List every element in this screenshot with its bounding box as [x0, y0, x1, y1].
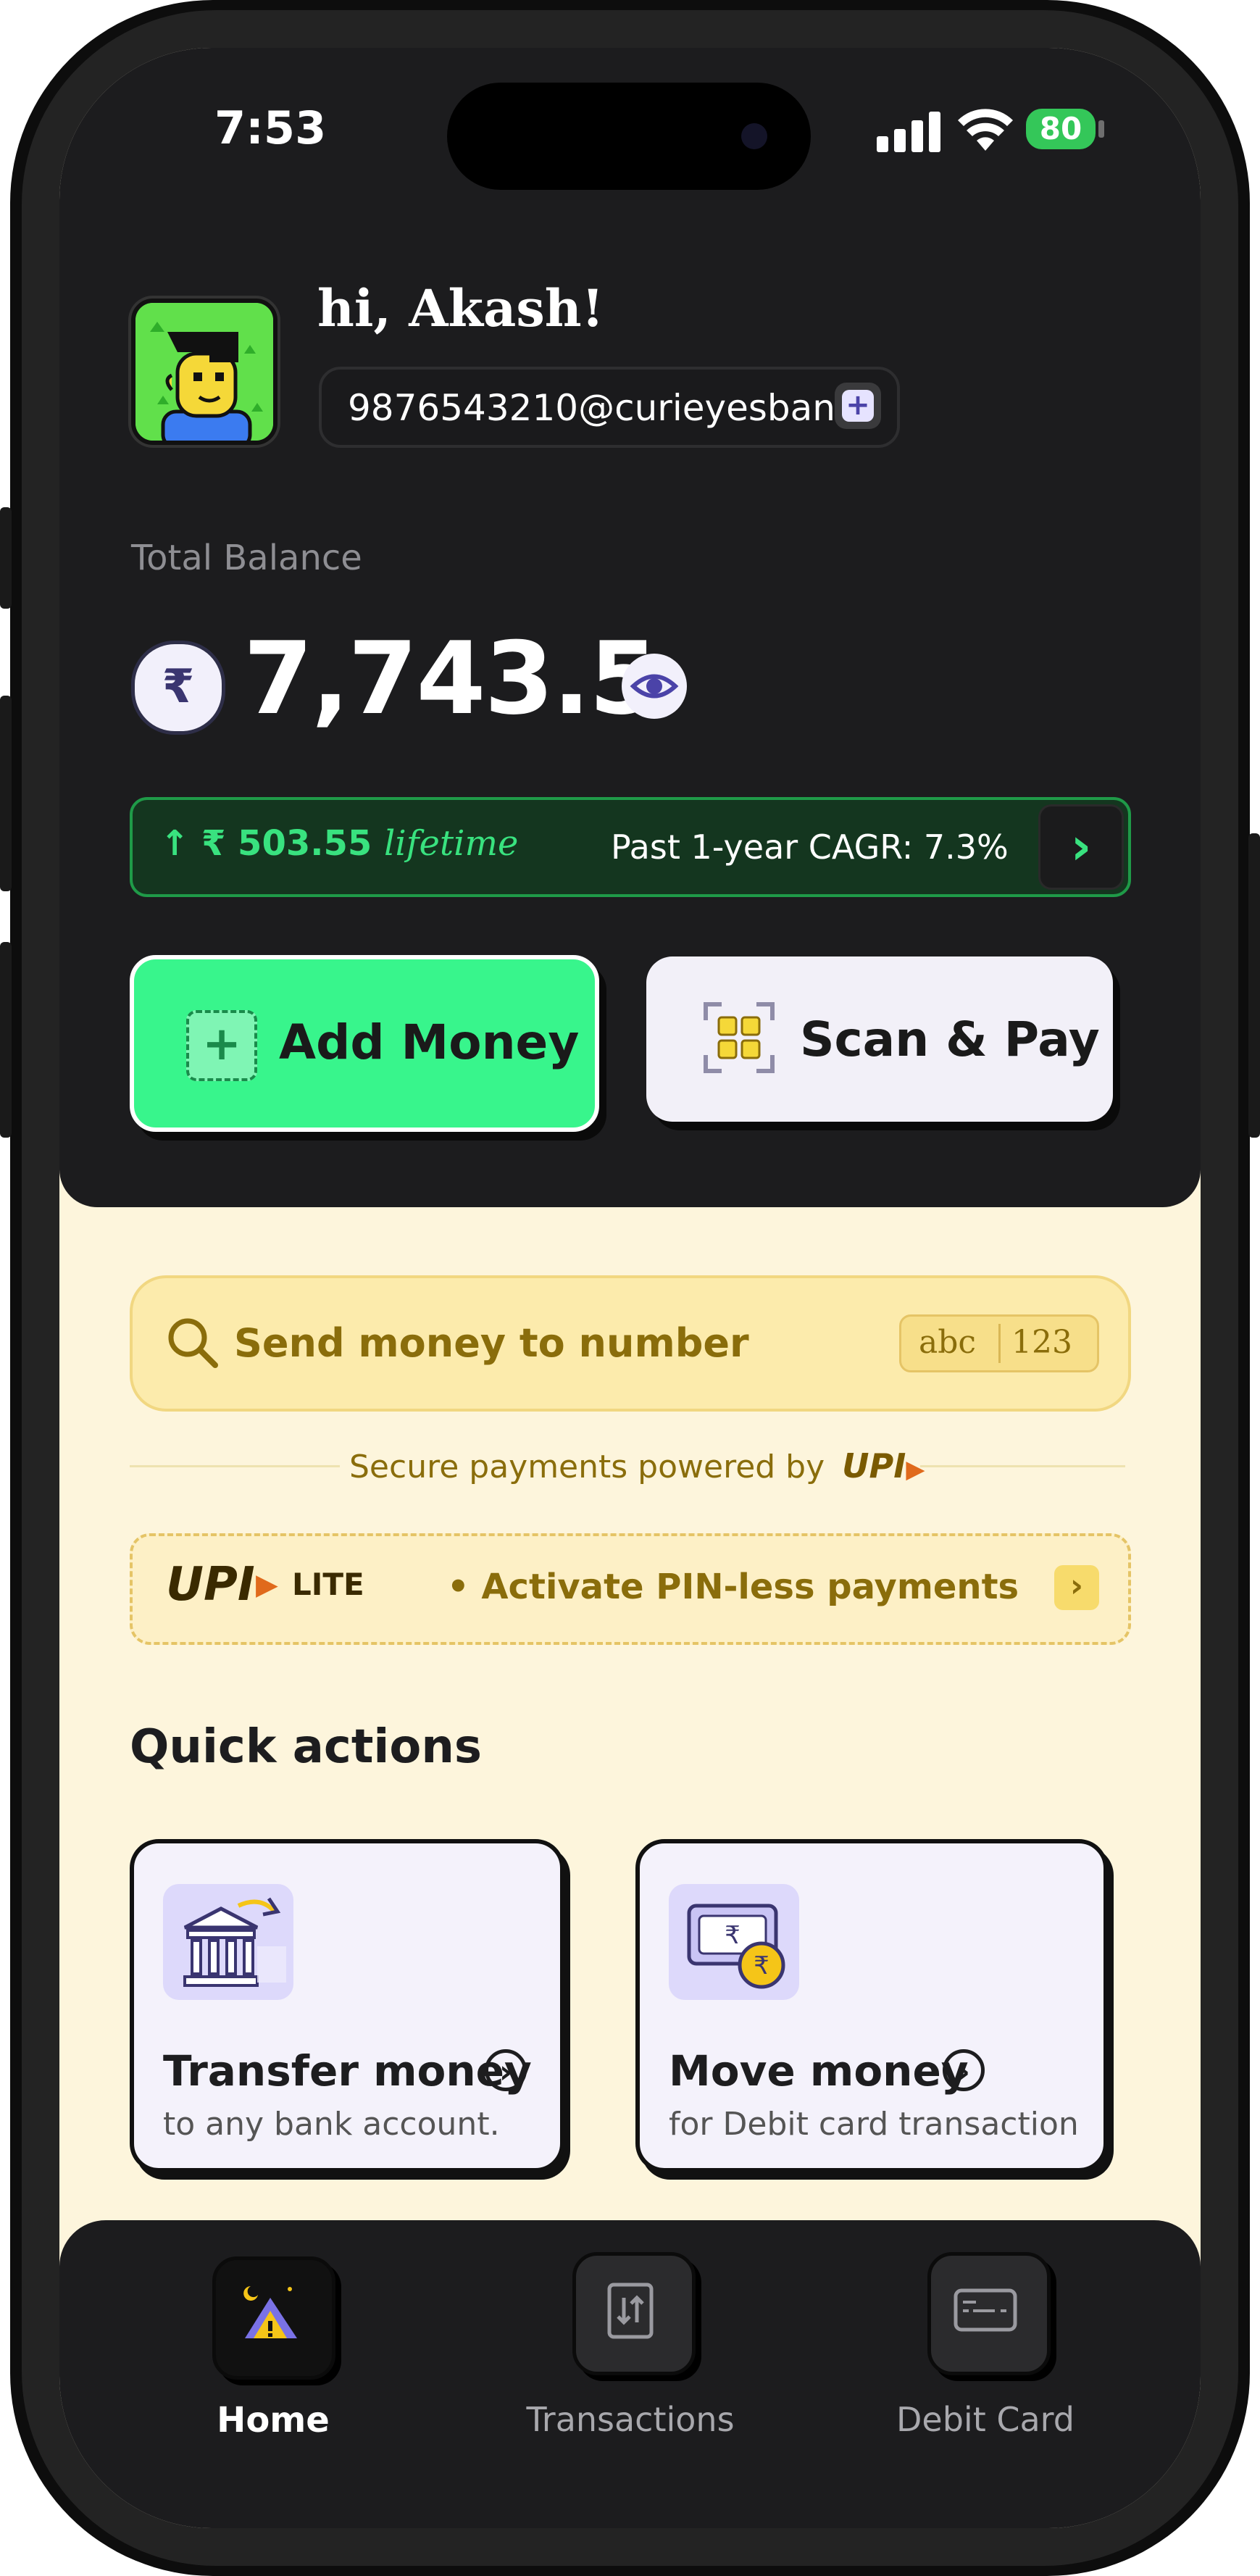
move-money-card[interactable]: ₹ ₹ Move money › for Debit card transact… [635, 1839, 1108, 2172]
chevron-right-icon[interactable]: › [1038, 804, 1124, 890]
keyboard-mode-toggle[interactable]: abc 123 [899, 1314, 1099, 1372]
upi-id-pill[interactable]: 9876543210@curieyesbank + [319, 367, 900, 448]
returns-lifetime-label: lifetime [384, 823, 519, 864]
toggle-abc[interactable]: abc [919, 1324, 976, 1361]
upi-id-text: 9876543210@curieyesbank [348, 387, 856, 429]
qr-scan-icon [704, 1002, 775, 1073]
bank-transfer-icon [163, 1884, 293, 2000]
wifi-icon [958, 109, 1013, 151]
toggle-divider [998, 1324, 1001, 1363]
arrow-up-icon: ↑ [160, 823, 190, 864]
balance-amount: 7,743.5 [243, 620, 659, 737]
nav-home-label: Home [217, 2400, 330, 2440]
returns-amount-group: ↑ ₹ 503.55 lifetime [160, 823, 518, 864]
upi-lite-logo: UPI [166, 1558, 255, 1612]
avatar[interactable] [131, 299, 278, 445]
cagr-text: Past 1-year CAGR: 7.3% [611, 828, 1009, 867]
send-money-search[interactable]: Send money to number abc 123 [130, 1275, 1131, 1412]
move-money-subtitle: for Debit card transaction [669, 2106, 1079, 2143]
add-money-label: Add Money [279, 1014, 580, 1070]
volume-up-button [0, 696, 12, 891]
copy-upi-button[interactable]: + [835, 383, 881, 429]
divider-right [920, 1465, 1125, 1467]
upi-lite-text: • Activate PIN-less payments [447, 1567, 1019, 1607]
eye-icon[interactable] [622, 654, 687, 719]
app-screen: 7:53 80 hi, Akash! 9876543210@curieyesba… [59, 48, 1201, 2528]
divider-left [130, 1465, 340, 1467]
transfer-money-subtitle: to any bank account. [163, 2106, 500, 2143]
home-tent-icon [212, 2256, 335, 2380]
nav-home[interactable]: Home [164, 2249, 382, 2467]
search-placeholder: Send money to number [234, 1320, 749, 1366]
nav-transactions-label: Transactions [526, 2400, 735, 2439]
nav-transactions[interactable]: Transactions [522, 2249, 739, 2467]
secure-payments-label: Secure payments powered by [349, 1449, 825, 1485]
greeting: hi, Akash! [317, 278, 604, 338]
upi-lite-arrow-icon: ▶ [256, 1568, 278, 1601]
transfer-money-card[interactable]: Transfer money › to any bank account. [130, 1839, 564, 2172]
upi-lite-banner[interactable]: UPI ▶ LITE • Activate PIN-less payments … [130, 1533, 1131, 1645]
dynamic-island [447, 83, 811, 190]
avatar-illustration [135, 303, 273, 441]
bottom-navigation: Home Transactions Debit Card [59, 2220, 1201, 2528]
signal-icon [877, 109, 942, 152]
battery-indicator: 80 [1026, 109, 1096, 149]
power-button [1248, 833, 1260, 1138]
nav-debit-card-label: Debit Card [896, 2400, 1075, 2439]
quick-actions-title: Quick actions [130, 1720, 482, 1774]
camera-icon [741, 123, 767, 149]
upi-logo: UPI [842, 1446, 906, 1485]
add-icon: + [186, 1010, 257, 1081]
upi-lite-label: LITE [292, 1567, 364, 1602]
scan-pay-button[interactable]: Scan & Pay [646, 956, 1113, 1122]
chevron-right-icon[interactable]: › [1054, 1565, 1099, 1610]
search-icon [168, 1318, 218, 1368]
debit-card-icon [927, 2252, 1051, 2375]
arrow-right-circle-icon: › [943, 2049, 985, 2091]
arrow-right-circle-icon: › [485, 2049, 527, 2091]
secure-payments-text: Secure payments powered by UPI▶ [349, 1446, 925, 1485]
move-money-title: Move money [669, 2046, 969, 2096]
volume-down-button [0, 942, 12, 1138]
svg-text:₹: ₹ [754, 1951, 769, 1980]
rupee-icon: ₹ [131, 641, 225, 735]
total-balance-label: Total Balance [131, 538, 362, 578]
svg-text:₹: ₹ [725, 1921, 740, 1950]
transactions-icon [572, 2252, 696, 2375]
returns-bar[interactable]: ↑ ₹ 503.55 lifetime Past 1-year CAGR: 7.… [130, 797, 1131, 897]
upi-logo-arrow-icon: ▶ [906, 1455, 925, 1484]
battery-tip [1098, 120, 1104, 138]
copy-icon: + [842, 390, 874, 422]
add-money-button[interactable]: + Add Money [130, 955, 599, 1132]
toggle-123[interactable]: 123 [1011, 1324, 1072, 1361]
header-panel: 7:53 80 hi, Akash! 9876543210@curieyesba… [59, 48, 1201, 1207]
scan-pay-label: Scan & Pay [800, 1012, 1100, 1067]
returns-amount: ₹ 503.55 [201, 823, 372, 864]
transfer-money-title: Transfer money [163, 2046, 532, 2096]
nav-debit-card[interactable]: Debit Card [877, 2249, 1094, 2467]
action-button [0, 507, 12, 609]
move-money-icon: ₹ ₹ [669, 1884, 799, 2000]
status-time: 7:53 [214, 101, 327, 154]
